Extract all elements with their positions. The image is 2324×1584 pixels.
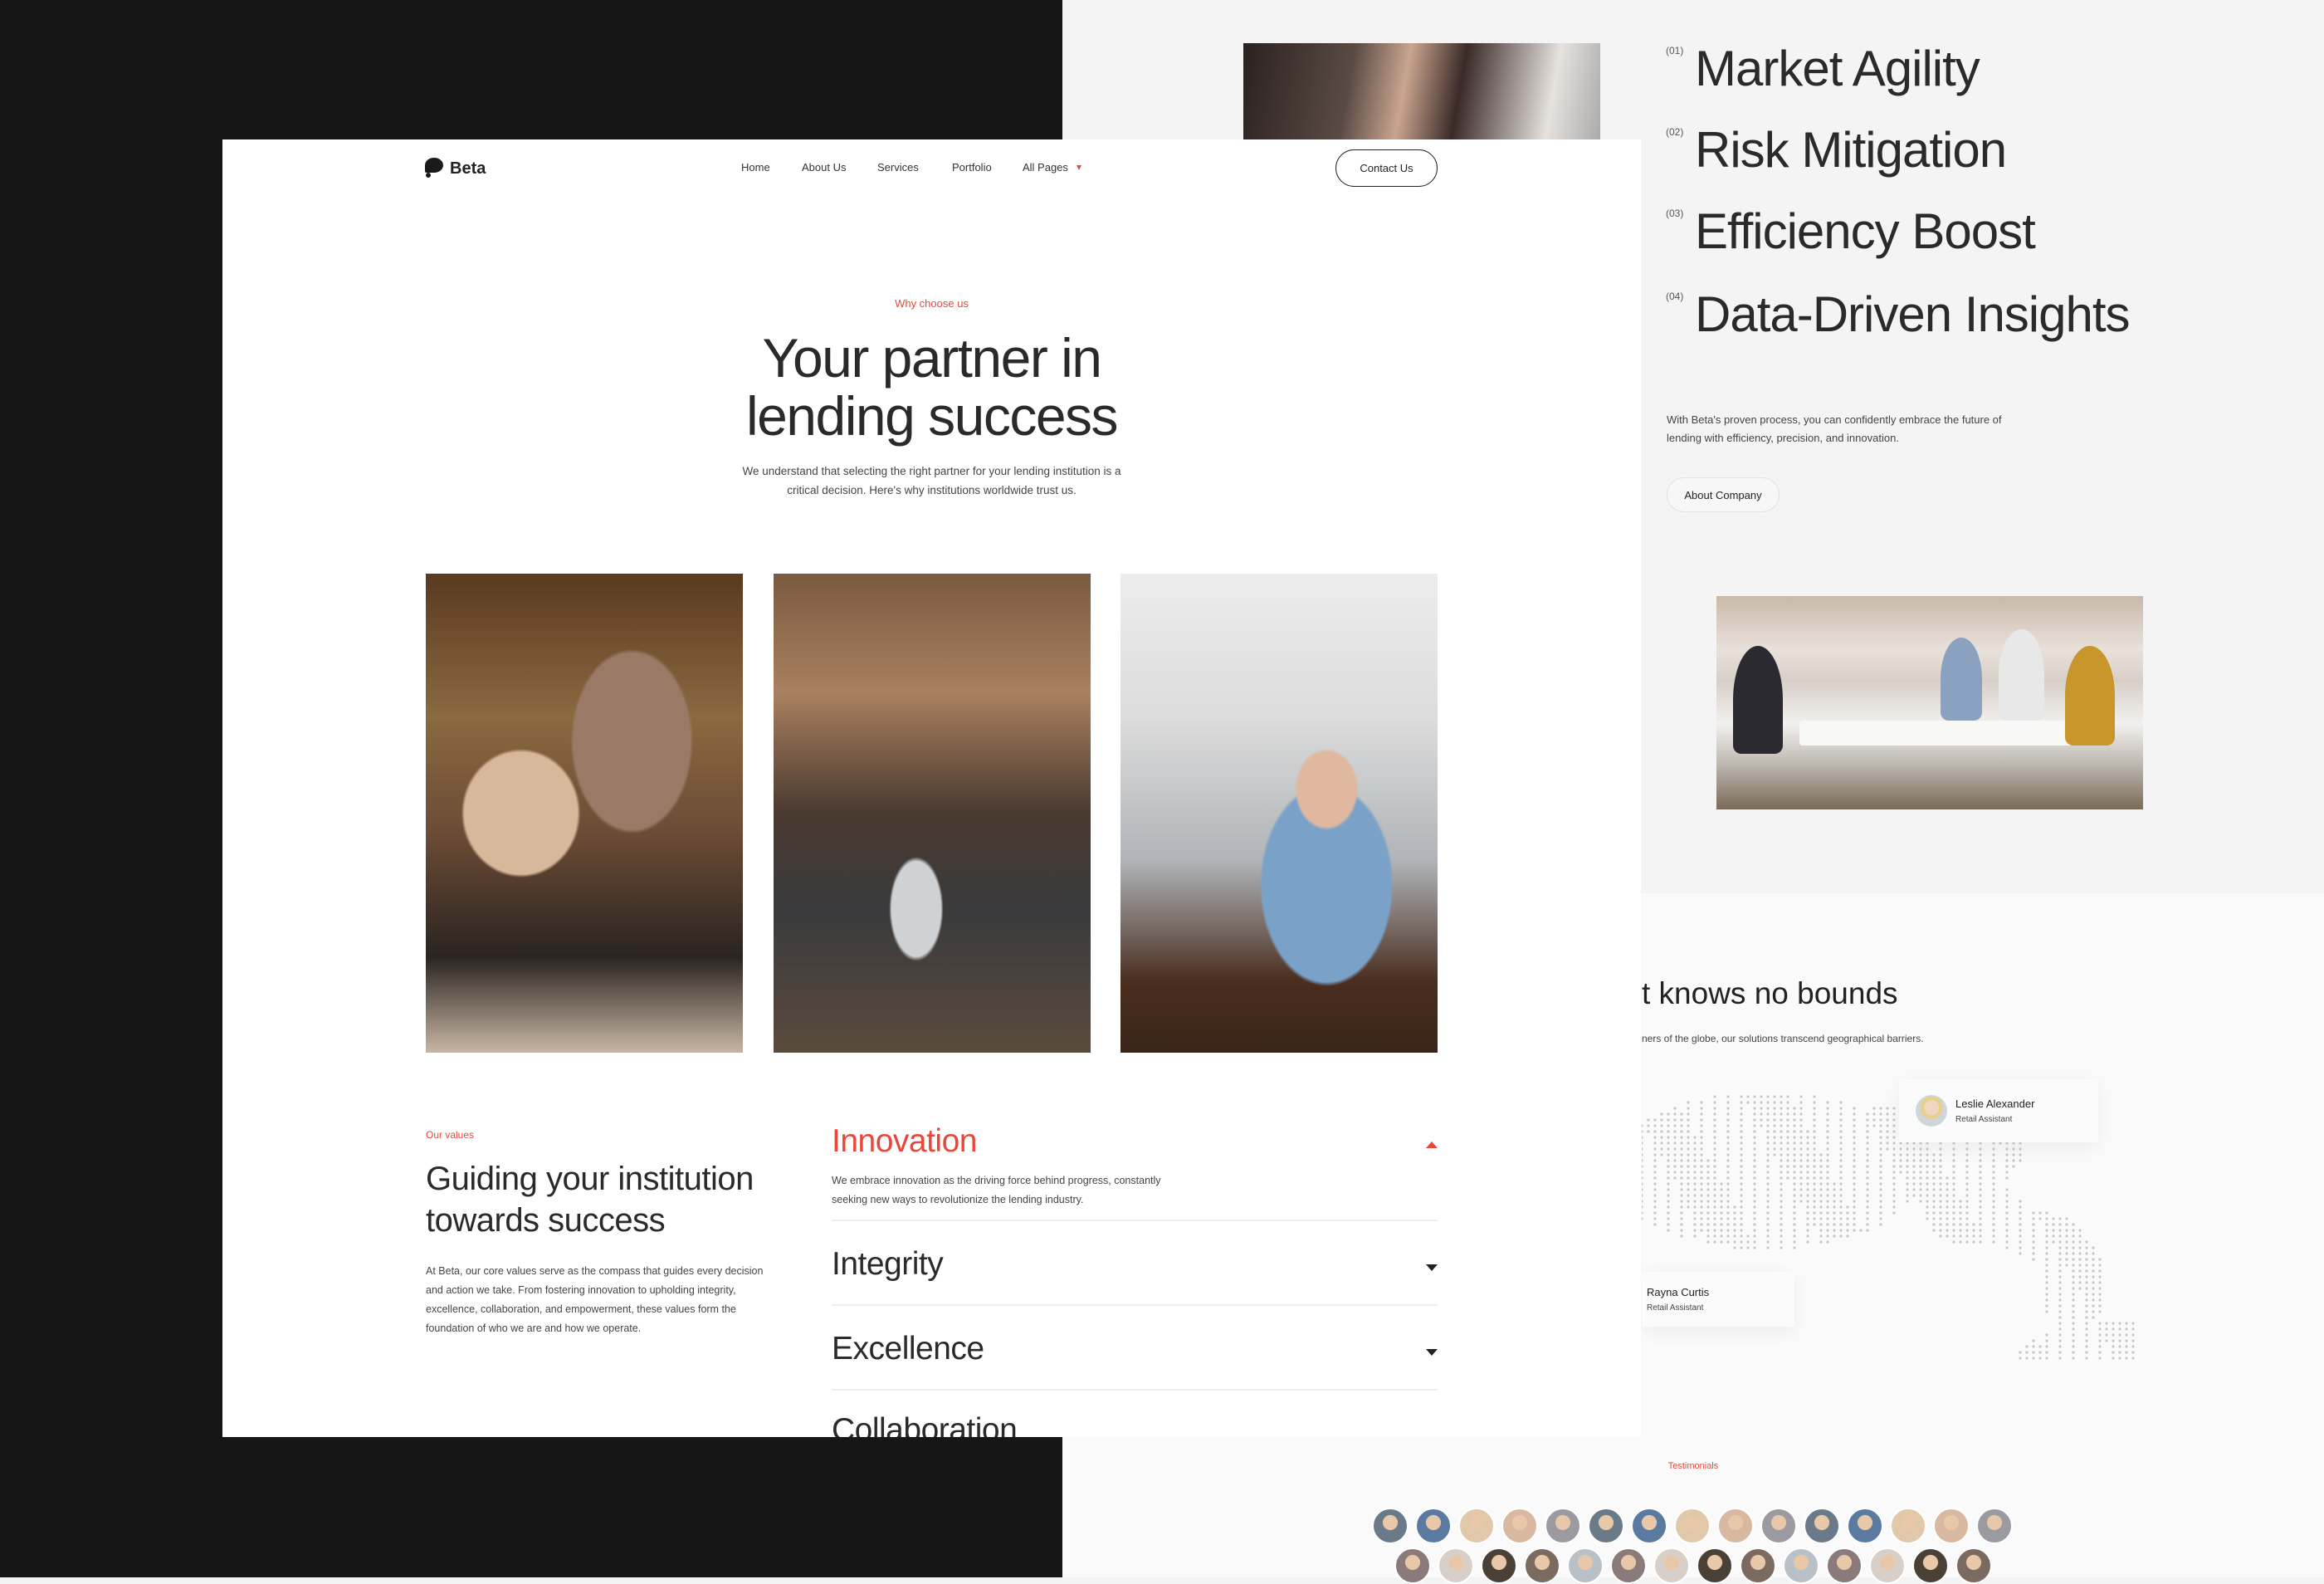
hero-subtitle-line: We understand that selecting the right p… [742, 465, 1121, 477]
brand-name: Beta [450, 159, 486, 178]
feature-item: (03) Efficiency Boost [1666, 203, 2036, 261]
feature-number: (01) [1666, 45, 1684, 56]
avatar [1372, 1508, 1409, 1544]
values-accordion: Innovation We embrace innovation as the … [832, 1123, 1438, 1437]
avatar [1955, 1547, 1992, 1584]
avatar [1415, 1508, 1452, 1544]
nav-home[interactable]: Home [741, 161, 770, 174]
accordion-item-integrity[interactable]: Integrity [832, 1221, 1438, 1306]
values-body: At Beta, our core values serve as the co… [426, 1265, 764, 1334]
avatar [1826, 1547, 1863, 1584]
avatar [1588, 1508, 1624, 1544]
avatar [1697, 1547, 1733, 1584]
person-role: Retail Assistant [1955, 1115, 2013, 1124]
accordion-title[interactable]: Collaboration [832, 1412, 1438, 1437]
values-title: Guiding your institution towards success [426, 1161, 754, 1239]
avatar [1976, 1508, 2013, 1544]
avatar [1545, 1508, 1581, 1544]
global-subtitle: ners of the globe, our solutions transce… [1642, 1033, 1924, 1044]
hero-title-line: lending success [745, 385, 1119, 447]
avatar [1740, 1547, 1776, 1584]
page-preview-card: Beta Home About Us Services Portfolio Al… [222, 139, 1641, 1437]
person-card: Leslie Alexander Retail Assistant [1899, 1079, 2098, 1142]
avatar [1717, 1508, 1754, 1544]
nav-about-us[interactable]: About Us [802, 161, 846, 174]
avatar [1394, 1547, 1431, 1584]
testimonials-label: Testimonials [1667, 1461, 1719, 1471]
hero-eyebrow: Why choose us [895, 297, 969, 310]
nav-portfolio[interactable]: Portfolio [952, 161, 992, 174]
person-role: Retail Assistant [1647, 1303, 1704, 1313]
person-name: Leslie Alexander [1955, 1098, 2035, 1110]
feature-title: Market Agility [1695, 41, 1980, 96]
nav-all-pages[interactable]: All Pages [1023, 161, 1068, 174]
avatar [1524, 1547, 1560, 1584]
avatar [1481, 1547, 1517, 1584]
avatar [1567, 1547, 1604, 1584]
brand-logo[interactable]: Beta [425, 158, 486, 179]
avatar [1916, 1095, 1947, 1127]
photo-women-laptop [426, 574, 743, 1053]
avatar [1933, 1508, 1970, 1544]
caret-down-icon[interactable] [1426, 1349, 1438, 1356]
caret-down-icon[interactable] [1426, 1264, 1438, 1271]
avatar [1869, 1547, 1906, 1584]
accordion-title[interactable]: Integrity [832, 1246, 1438, 1283]
meeting-photo [1716, 596, 2143, 809]
feature-title: Risk Mitigation [1695, 122, 2007, 178]
feature-title: Efficiency Boost [1695, 203, 2036, 259]
avatar [1847, 1508, 1883, 1544]
accordion-item-excellence[interactable]: Excellence [832, 1306, 1438, 1391]
accordion-title[interactable]: Excellence [832, 1331, 1438, 1367]
hero-title-line: Your partner in [762, 327, 1102, 389]
feature-item: (04) Data-Driven Insights [1666, 286, 2131, 344]
accordion-item-collaboration[interactable]: Collaboration [832, 1391, 1438, 1437]
values-eyebrow: Our values [426, 1129, 475, 1141]
avatar [1458, 1508, 1495, 1544]
about-company-button[interactable]: About Company [1667, 477, 1780, 512]
caret-down-icon[interactable] [1077, 165, 1081, 170]
accordion-title[interactable]: Innovation [832, 1123, 1438, 1160]
person-card: Rayna Curtis Retail Assistant [1642, 1272, 1794, 1327]
avatar [1631, 1508, 1667, 1544]
hero-title: Your partner in lending success [222, 329, 1641, 445]
feature-item: (01) Market Agility [1666, 40, 1980, 98]
avatar [1501, 1508, 1538, 1544]
accordion-item-innovation[interactable]: Innovation We embrace innovation as the … [832, 1123, 1438, 1221]
process-text: With Beta's proven process, you can conf… [1667, 413, 2002, 444]
avatar [1674, 1508, 1711, 1544]
avatar [1783, 1547, 1819, 1584]
caret-up-icon[interactable] [1426, 1142, 1438, 1148]
avatar [1653, 1547, 1690, 1584]
avatar [1438, 1547, 1474, 1584]
feature-number: (03) [1666, 208, 1684, 219]
global-title: t knows no bounds [1642, 976, 1898, 1010]
avatar [1610, 1547, 1647, 1584]
nav-services[interactable]: Services [877, 161, 919, 174]
photo-colleagues-tablet [1120, 574, 1438, 1053]
avatar [1912, 1547, 1949, 1584]
person-name: Rayna Curtis [1647, 1286, 1710, 1298]
feature-number: (04) [1666, 291, 1684, 302]
hero-subtitle: We understand that selecting the right p… [222, 462, 1641, 500]
avatar [1804, 1508, 1840, 1544]
contact-us-button[interactable]: Contact Us [1335, 149, 1438, 187]
avatar [1890, 1508, 1926, 1544]
avatar [1760, 1508, 1797, 1544]
photo-office-team [774, 574, 1091, 1053]
hero-subtitle-line: critical decision. Here's why institutio… [787, 484, 1077, 496]
team-photo-top [1243, 43, 1600, 143]
feature-item: (02) Risk Mitigation [1666, 121, 2007, 179]
feature-number: (02) [1666, 126, 1684, 138]
feature-title: Data-Driven Insights [1695, 286, 2131, 342]
logo-icon [425, 158, 443, 179]
accordion-description: We embrace innovation as the driving for… [832, 1175, 1161, 1205]
